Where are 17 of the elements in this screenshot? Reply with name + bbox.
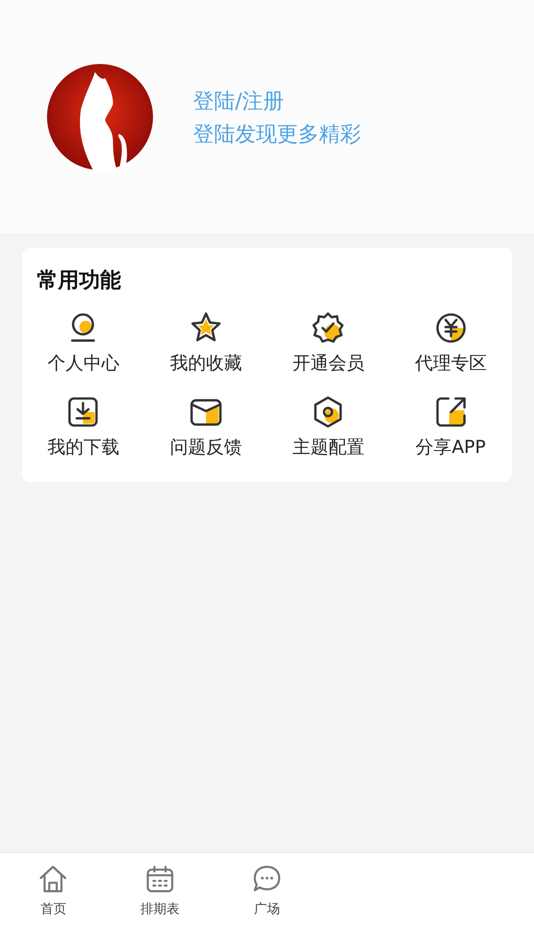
function-label[interactable]: 代理专区 <box>414 352 487 376</box>
section-title: 常用功能 <box>37 267 122 294</box>
function-label[interactable]: 主题配置 <box>292 436 364 460</box>
function-label[interactable]: 我的下载 <box>47 436 120 460</box>
tab-label[interactable]: 广场 <box>254 900 280 918</box>
login-prompt-text: 登陆发现更多精彩 <box>193 120 361 148</box>
function-label[interactable]: 问题反馈 <box>170 436 242 460</box>
calendar-icon[interactable] <box>145 864 176 894</box>
function-label[interactable]: 分享APP <box>416 436 486 460</box>
function-label[interactable]: 开通会员 <box>292 352 364 376</box>
tab-label[interactable]: 排期表 <box>140 900 180 918</box>
function-label[interactable]: 个人中心 <box>47 352 120 376</box>
home-icon[interactable] <box>38 864 68 894</box>
cat-logo-avatar[interactable] <box>47 64 153 170</box>
tab-label[interactable]: 首页 <box>40 900 66 918</box>
function-label[interactable]: 我的收藏 <box>170 352 242 376</box>
chat-bubble-icon[interactable] <box>252 864 282 894</box>
